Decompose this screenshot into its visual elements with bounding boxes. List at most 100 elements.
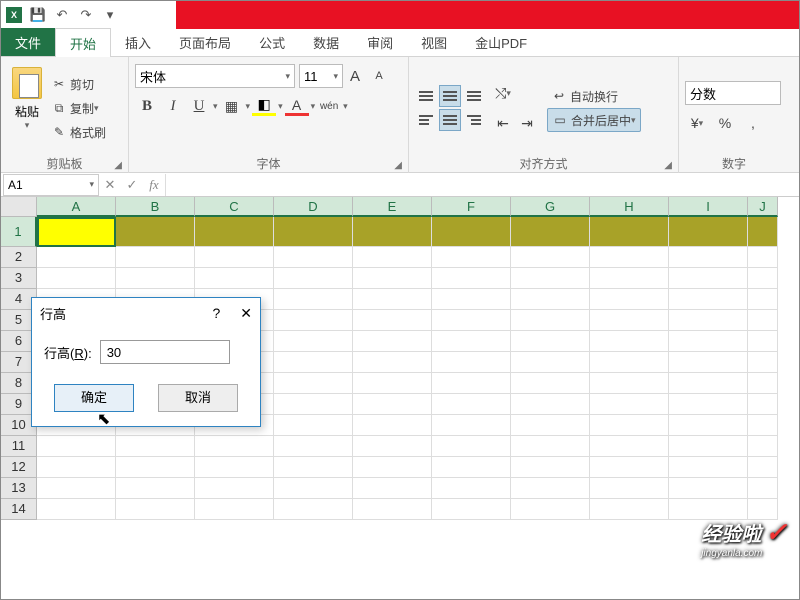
cell[interactable]: [274, 331, 353, 352]
cell[interactable]: [432, 436, 511, 457]
cell[interactable]: [37, 436, 116, 457]
align-center[interactable]: [439, 109, 461, 131]
cell[interactable]: [195, 217, 274, 247]
cell[interactable]: [353, 436, 432, 457]
cancel-button[interactable]: 取消: [158, 384, 238, 412]
cell[interactable]: [669, 394, 748, 415]
cell[interactable]: [432, 499, 511, 520]
tab-view[interactable]: 视图: [407, 28, 461, 56]
cell[interactable]: [669, 415, 748, 436]
cell[interactable]: [432, 247, 511, 268]
cell[interactable]: [511, 331, 590, 352]
cell[interactable]: [511, 478, 590, 499]
cell[interactable]: [748, 373, 778, 394]
wrap-text-button[interactable]: ↩ 自动换行: [547, 84, 641, 108]
cell[interactable]: [353, 478, 432, 499]
cell[interactable]: [116, 457, 195, 478]
cell[interactable]: [432, 457, 511, 478]
cell[interactable]: [274, 436, 353, 457]
cell[interactable]: [274, 352, 353, 373]
cell[interactable]: [432, 310, 511, 331]
font-color-button[interactable]: A: [285, 96, 309, 116]
cell[interactable]: [669, 478, 748, 499]
cell[interactable]: [748, 247, 778, 268]
select-all-corner[interactable]: [1, 197, 37, 217]
cell[interactable]: [353, 268, 432, 289]
col-header[interactable]: C: [195, 197, 274, 217]
cell[interactable]: [590, 310, 669, 331]
phonetic-dropdown-icon[interactable]: ▾: [343, 101, 348, 112]
cell[interactable]: [353, 394, 432, 415]
align-right[interactable]: [463, 109, 485, 131]
copy-dropdown-icon[interactable]: ▾: [94, 103, 99, 114]
cell[interactable]: [748, 217, 778, 247]
number-format-select[interactable]: 分数: [685, 81, 781, 105]
cell[interactable]: [37, 457, 116, 478]
cell[interactable]: [669, 436, 748, 457]
cell[interactable]: [748, 457, 778, 478]
cell[interactable]: [116, 217, 195, 247]
cell[interactable]: [669, 289, 748, 310]
cell[interactable]: [353, 457, 432, 478]
accounting-button[interactable]: ¥▾: [685, 111, 709, 135]
cell[interactable]: [748, 268, 778, 289]
col-header[interactable]: E: [353, 197, 432, 217]
cell[interactable]: [116, 478, 195, 499]
cell[interactable]: [195, 268, 274, 289]
underline-button[interactable]: U: [187, 94, 211, 118]
dialog-close-icon[interactable]: ✕: [240, 305, 252, 322]
cell[interactable]: [669, 457, 748, 478]
cell[interactable]: [511, 415, 590, 436]
cell[interactable]: [511, 352, 590, 373]
row-header[interactable]: 13: [1, 478, 37, 499]
copy-button[interactable]: ⧉ 复制 ▾: [47, 96, 110, 120]
comma-button[interactable]: ,: [741, 111, 765, 135]
cell[interactable]: [511, 289, 590, 310]
name-box[interactable]: A1 ▾: [3, 174, 99, 196]
cell[interactable]: [353, 352, 432, 373]
cell[interactable]: [274, 310, 353, 331]
cell[interactable]: [432, 478, 511, 499]
cell[interactable]: [432, 268, 511, 289]
bold-button[interactable]: B: [135, 94, 159, 118]
font-color-dropdown-icon[interactable]: ▾: [311, 101, 316, 112]
tab-home[interactable]: 开始: [55, 28, 111, 57]
paste-dropdown-icon[interactable]: ▾: [25, 120, 30, 131]
formula-input[interactable]: [165, 174, 799, 196]
tab-review[interactable]: 审阅: [353, 28, 407, 56]
cell[interactable]: [195, 499, 274, 520]
cell[interactable]: [590, 331, 669, 352]
cell[interactable]: [748, 394, 778, 415]
cell[interactable]: [590, 217, 669, 247]
cell[interactable]: [274, 268, 353, 289]
save-icon[interactable]: 💾: [29, 6, 47, 24]
cell[interactable]: [116, 436, 195, 457]
align-top-left[interactable]: [415, 85, 437, 107]
col-header[interactable]: F: [432, 197, 511, 217]
row-header[interactable]: 3: [1, 268, 37, 289]
cell[interactable]: [590, 373, 669, 394]
cell[interactable]: [669, 247, 748, 268]
grow-font-button[interactable]: A: [343, 64, 367, 88]
fill-color-button[interactable]: ◧: [252, 96, 276, 116]
align-top-right[interactable]: [463, 85, 485, 107]
tab-formulas[interactable]: 公式: [245, 28, 299, 56]
cell[interactable]: [669, 268, 748, 289]
col-header[interactable]: I: [669, 197, 748, 217]
cell[interactable]: [590, 415, 669, 436]
cell[interactable]: [116, 499, 195, 520]
cell[interactable]: [748, 289, 778, 310]
cell[interactable]: [669, 373, 748, 394]
cell[interactable]: [353, 310, 432, 331]
ok-button[interactable]: 确定 ⬉: [54, 384, 134, 412]
cell[interactable]: [511, 268, 590, 289]
col-header[interactable]: A: [37, 197, 116, 217]
cell[interactable]: [590, 352, 669, 373]
cell[interactable]: [748, 436, 778, 457]
cell[interactable]: [590, 268, 669, 289]
cell[interactable]: [669, 217, 748, 247]
clipboard-launcher-icon[interactable]: ◢: [114, 160, 122, 171]
italic-button[interactable]: I: [161, 94, 185, 118]
row-header[interactable]: 2: [1, 247, 37, 268]
row-header[interactable]: 1: [1, 217, 37, 247]
